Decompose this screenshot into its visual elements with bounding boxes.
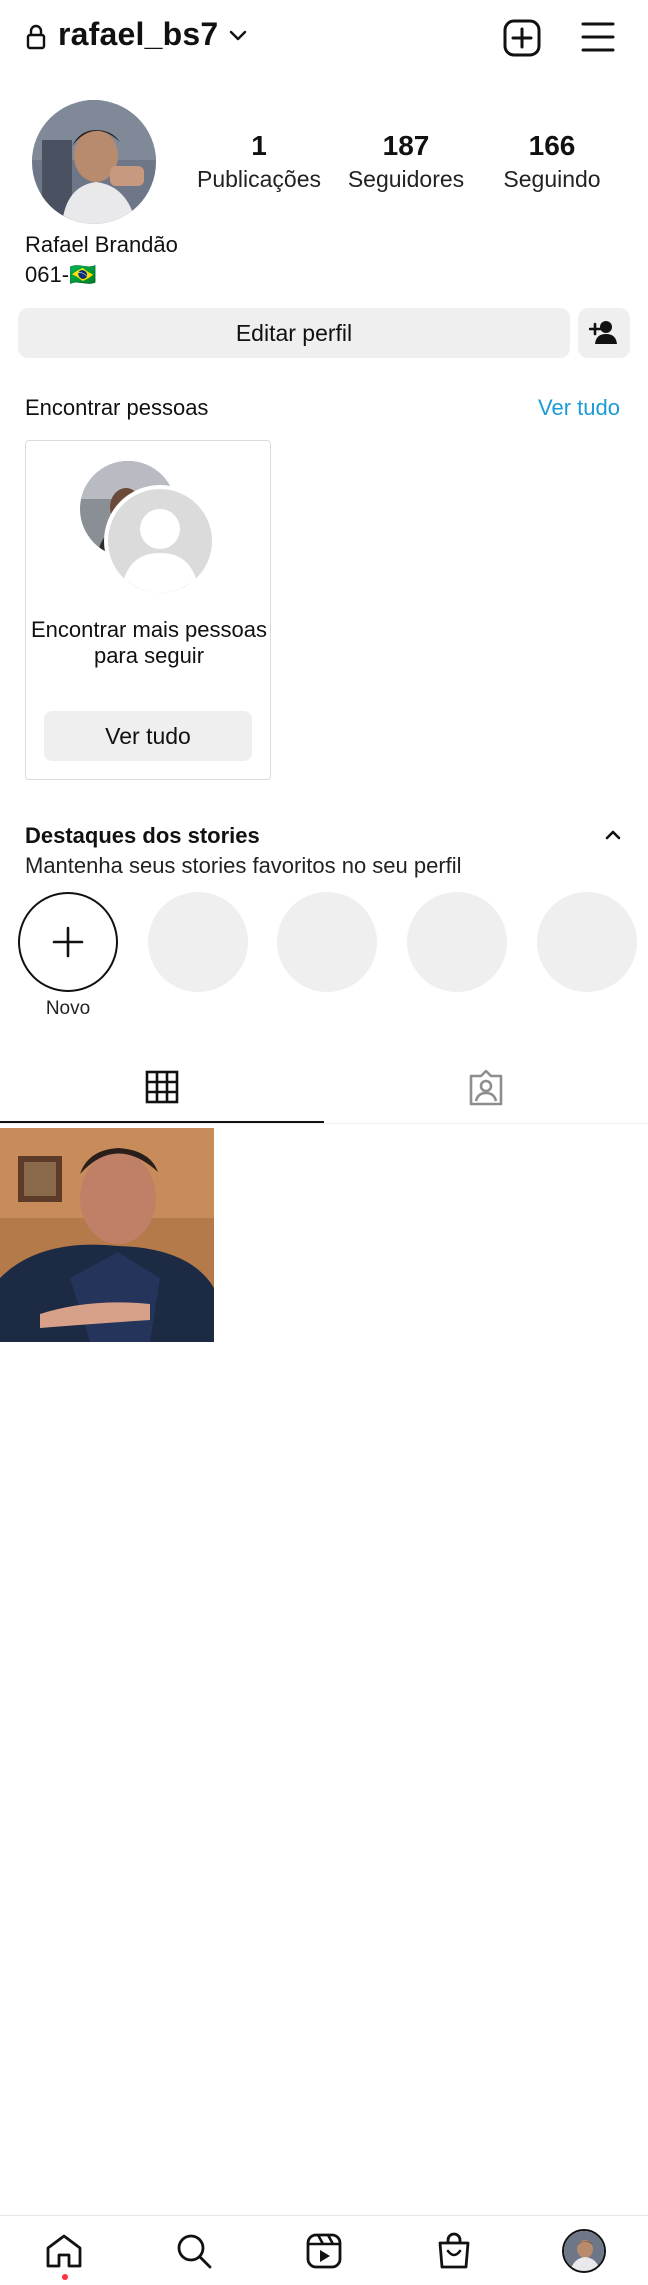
tagged-icon: [469, 1070, 503, 1106]
bio: 061-🇧🇷: [25, 262, 97, 287]
full-name: Rafael Brandão: [25, 232, 178, 257]
suggestion-card: Encontrar mais pessoas para seguir Ver t…: [25, 440, 271, 780]
tab-posts-grid[interactable]: [0, 1050, 324, 1122]
add-person-icon: [588, 320, 617, 344]
highlight-placeholder: [537, 892, 637, 992]
home-icon: [46, 2234, 82, 2268]
suggestion-avatars: [80, 461, 216, 597]
profile-avatar[interactable]: [32, 100, 156, 224]
stat-posts[interactable]: 1 Publicações: [190, 130, 328, 193]
new-post-icon[interactable]: [502, 18, 542, 58]
new-highlight-label: Novo: [45, 998, 91, 1019]
stat-followers[interactable]: 187 Seguidores: [340, 130, 472, 193]
new-highlight-button[interactable]: [18, 892, 118, 992]
highlights-subtitle: Mantenha seus stories favoritos no seu p…: [25, 853, 462, 878]
nav-search[interactable]: [164, 2216, 224, 2285]
username[interactable]: rafael_bs7: [58, 16, 218, 53]
nav-shop[interactable]: [424, 2216, 484, 2285]
highlight-placeholder: [277, 892, 377, 992]
lock-icon: [26, 24, 46, 50]
tab-tagged[interactable]: [324, 1050, 648, 1122]
nav-reels[interactable]: [294, 2216, 354, 2285]
see-all-link[interactable]: Ver tudo: [538, 395, 620, 421]
nav-profile[interactable]: [554, 2216, 614, 2285]
find-people-title: Encontrar pessoas: [25, 395, 209, 420]
reels-icon: [306, 2233, 342, 2269]
stat-following[interactable]: 166 Seguindo: [490, 130, 614, 193]
plus-icon: [52, 926, 84, 958]
stat-posts-label: Publicações: [196, 166, 322, 192]
profile-avatar-small: [562, 2229, 606, 2273]
stat-following-value: 166: [528, 130, 576, 161]
suggestion-text: Encontrar mais pessoas para seguir: [31, 617, 267, 668]
bottom-nav: [0, 2215, 648, 2285]
suggestion-see-all-button[interactable]: Ver tudo: [44, 711, 252, 761]
chevron-down-icon[interactable]: [228, 28, 248, 44]
search-icon: [177, 2234, 212, 2269]
grid-icon: [145, 1070, 179, 1104]
home-notification-dot: [62, 2274, 68, 2280]
discover-people-button[interactable]: [578, 308, 630, 358]
edit-profile-button[interactable]: Editar perfil: [18, 308, 570, 358]
chevron-up-icon[interactable]: [602, 826, 624, 844]
highlight-placeholder: [407, 892, 507, 992]
highlights-title: Destaques dos stories: [25, 823, 260, 848]
stat-followers-value: 187: [382, 130, 430, 161]
shop-icon: [438, 2232, 470, 2269]
post-thumbnail[interactable]: [0, 1128, 214, 1342]
tab-divider: [0, 1123, 648, 1124]
stat-posts-value: 1: [251, 130, 267, 161]
stat-following-label: Seguindo: [503, 166, 601, 192]
highlight-placeholder: [148, 892, 248, 992]
stat-followers-label: Seguidores: [347, 166, 465, 192]
menu-icon[interactable]: [580, 20, 616, 54]
